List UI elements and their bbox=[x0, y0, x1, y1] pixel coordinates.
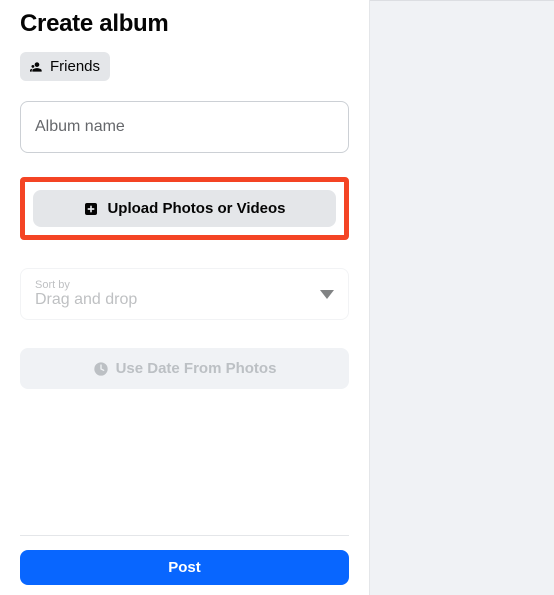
upload-label: Upload Photos or Videos bbox=[107, 200, 285, 217]
upload-button[interactable]: Upload Photos or Videos bbox=[33, 190, 336, 227]
chevron-down-icon bbox=[320, 290, 334, 299]
use-date-button[interactable]: Use Date From Photos bbox=[20, 348, 349, 389]
page-title: Create album bbox=[20, 10, 349, 38]
create-album-panel: Create album Friends Upload Photos or Vi… bbox=[0, 0, 370, 595]
upload-icon bbox=[83, 201, 99, 217]
clock-icon bbox=[93, 361, 109, 377]
footer: Post bbox=[20, 535, 349, 595]
privacy-label: Friends bbox=[50, 58, 100, 75]
upload-highlight: Upload Photos or Videos bbox=[20, 177, 349, 240]
preview-panel bbox=[370, 0, 554, 595]
use-date-label: Use Date From Photos bbox=[116, 360, 277, 377]
sort-text: Sort by Drag and drop bbox=[35, 279, 137, 309]
privacy-selector[interactable]: Friends bbox=[20, 52, 110, 81]
album-name-field-wrap bbox=[20, 101, 349, 153]
post-button[interactable]: Post bbox=[20, 550, 349, 585]
album-name-input[interactable] bbox=[35, 118, 334, 136]
friends-icon bbox=[30, 60, 44, 74]
sort-label: Sort by bbox=[35, 279, 137, 291]
sort-value: Drag and drop bbox=[35, 291, 137, 309]
sort-selector[interactable]: Sort by Drag and drop bbox=[20, 268, 349, 320]
